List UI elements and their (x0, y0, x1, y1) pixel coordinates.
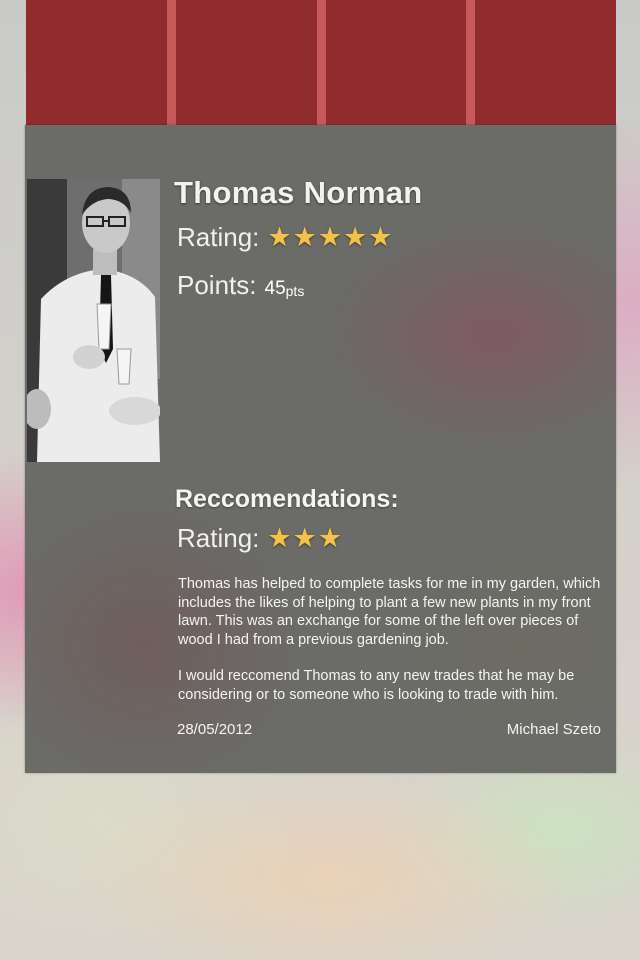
profile-rating-stars: ★ ★ ★ ★ ★ (267, 224, 393, 251)
profile-points-unit: pts (285, 282, 305, 299)
profile-points-label: Points: (177, 270, 257, 300)
star-icon: ★ (317, 523, 343, 553)
star-icon: ★ (267, 523, 292, 553)
recommendations-title: Reccomendations: (175, 485, 399, 513)
tab-1[interactable] (26, 0, 176, 125)
recommendation-author: Michael Szeto (506, 721, 601, 738)
profile-panel: Thomas Norman Rating: ★ ★ ★ ★ ★ Points: 45 p… (25, 125, 616, 773)
star-icon: ★ (292, 222, 317, 252)
recommendation-date: 28/05/2012 (177, 721, 253, 738)
tab-4[interactable] (475, 0, 616, 125)
profile-rating-label: Rating: (177, 222, 260, 252)
profile-points-value: 45 (264, 277, 286, 299)
profile-rating: Rating: ★ ★ ★ ★ ★ (177, 222, 393, 253)
star-icon: ★ (317, 222, 343, 252)
recommendation-paragraph-1: Thomas has helped to complete tasks for … (178, 576, 601, 648)
top-tab-bar (26, 0, 616, 125)
tab-3[interactable] (326, 0, 476, 125)
star-icon: ★ (368, 222, 393, 252)
tab-2[interactable] (176, 0, 326, 125)
recommendation-rating: Rating: ★ ★ ★ (177, 523, 343, 554)
profile-photo (27, 179, 160, 462)
star-icon: ★ (267, 222, 292, 252)
recommendation-text: Thomas has helped to complete tasks for … (178, 575, 610, 704)
star-icon: ★ (343, 222, 368, 252)
profile-name: Thomas Norman (174, 175, 423, 210)
recommendation-footer: 28/05/2012 Michael Szeto (177, 721, 601, 738)
profile-points: Points: 45 pts (177, 270, 304, 301)
recommendation-rating-label: Rating: (177, 523, 260, 553)
recommendation-paragraph-2: I would reccomend Thomas to any new trad… (178, 668, 575, 703)
recommendation-rating-stars: ★ ★ ★ (267, 525, 343, 552)
star-icon: ★ (292, 523, 317, 553)
